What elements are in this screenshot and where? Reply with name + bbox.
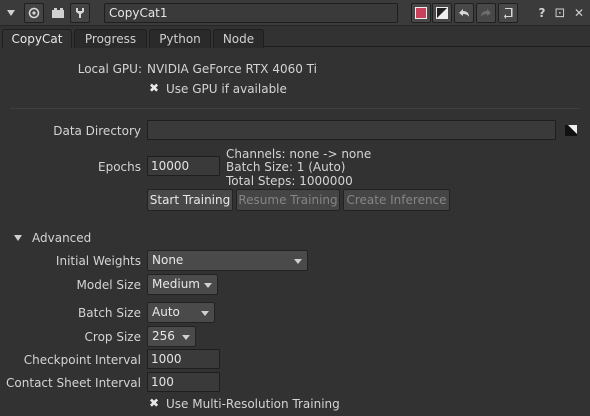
batch-size-info: Batch Size: 1 (Auto) — [226, 160, 346, 174]
chevron-down-icon — [204, 283, 212, 288]
batch-size-dropdown[interactable]: Auto — [147, 302, 215, 323]
help-icon[interactable]: ? — [533, 3, 551, 23]
contact-sheet-interval-label: Contact Sheet Interval — [6, 376, 141, 390]
advanced-label[interactable]: Advanced — [32, 231, 91, 245]
batch-size-value: Auto — [152, 305, 180, 319]
collapse-triangle-icon[interactable] — [2, 3, 20, 23]
checkpoint-interval-label: Checkpoint Interval — [23, 353, 141, 367]
camera-icon[interactable] — [49, 3, 67, 23]
chevron-down-icon — [182, 335, 190, 340]
multi-res-label: Use Multi-Resolution Training — [166, 397, 340, 411]
crop-size-dropdown[interactable]: 256 — [147, 326, 196, 347]
gray-swatch-icon[interactable] — [432, 3, 452, 23]
model-size-label: Model Size — [76, 278, 141, 292]
resume-training-button[interactable]: Resume Training — [236, 189, 340, 211]
tab-python[interactable]: Python — [149, 29, 211, 48]
tab-bar: CopyCat Progress Python Node — [0, 27, 590, 48]
model-size-value: Medium — [152, 277, 200, 291]
epochs-label: Epochs — [98, 160, 141, 174]
node-name-input[interactable]: CopyCat1 — [104, 3, 398, 23]
advanced-expand-triangle-icon[interactable] — [13, 232, 23, 242]
chevron-down-icon — [201, 311, 209, 316]
model-size-dropdown[interactable]: Medium — [147, 274, 218, 295]
float-icon[interactable]: ⊡ — [551, 3, 569, 23]
local-gpu-label: Local GPU: — [77, 62, 142, 76]
color-swatch-icon[interactable] — [411, 3, 431, 23]
data-directory-input[interactable] — [147, 120, 556, 140]
wrench-icon[interactable] — [70, 3, 90, 23]
multi-res-checkbox[interactable]: ✖ — [148, 397, 160, 409]
initial-weights-value: None — [152, 253, 184, 267]
settings-circle-icon[interactable] — [24, 3, 44, 23]
use-gpu-checkbox[interactable]: ✖ — [148, 82, 160, 94]
tab-progress[interactable]: Progress — [74, 29, 147, 48]
node-toolbar: CopyCat1 ? ⊡ ✕ — [0, 0, 590, 26]
folder-browse-icon[interactable] — [564, 123, 578, 137]
tab-node[interactable]: Node — [213, 29, 264, 48]
start-training-button[interactable]: Start Training — [147, 189, 233, 211]
crop-size-label: Crop Size — [84, 330, 141, 344]
epochs-input[interactable]: 10000 — [147, 156, 220, 176]
undo-icon[interactable] — [454, 3, 474, 23]
tab-copycat[interactable]: CopyCat — [2, 29, 72, 48]
data-directory-label: Data Directory — [53, 124, 141, 138]
batch-size-label: Batch Size — [78, 306, 141, 320]
contact-sheet-interval-input[interactable]: 100 — [147, 372, 220, 392]
initial-weights-label: Initial Weights — [55, 254, 141, 268]
tab-underline — [264, 46, 590, 47]
channels-info: Channels: none -> none — [226, 147, 372, 161]
section-divider — [10, 108, 580, 109]
crop-size-value: 256 — [152, 329, 175, 343]
chevron-down-icon — [294, 259, 302, 264]
redo-icon[interactable] — [476, 3, 496, 23]
checkpoint-interval-input[interactable]: 1000 — [147, 349, 220, 369]
initial-weights-dropdown[interactable]: None — [147, 250, 308, 271]
use-gpu-label: Use GPU if available — [166, 82, 287, 96]
close-icon[interactable]: ✕ — [570, 3, 588, 23]
revert-icon[interactable] — [498, 3, 518, 23]
create-inference-button[interactable]: Create Inference — [343, 189, 450, 211]
local-gpu-value: NVIDIA GeForce RTX 4060 Ti — [147, 62, 317, 76]
total-steps-info: Total Steps: 1000000 — [226, 174, 353, 188]
